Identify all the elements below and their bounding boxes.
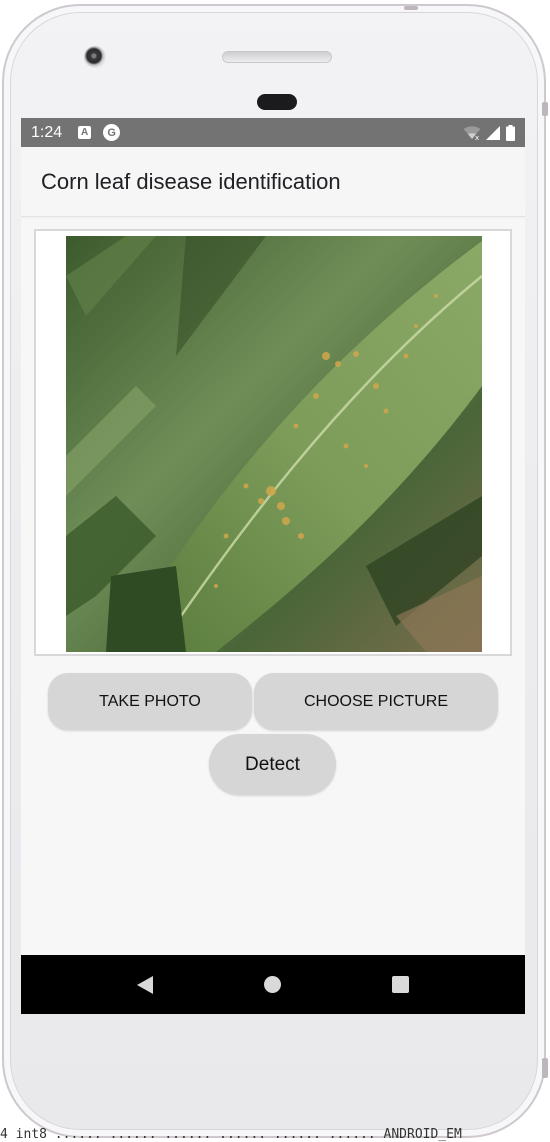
recents-icon[interactable] — [392, 976, 410, 993]
battery-icon — [506, 124, 515, 141]
image-preview-card — [34, 229, 512, 656]
wifi-icon: x — [463, 125, 481, 140]
take-photo-button[interactable]: TAKE PHOTO — [48, 673, 252, 730]
status-time: 1:24 — [31, 123, 63, 141]
status-bar: 1:24 A G x — [21, 118, 525, 147]
app-bar: Corn leaf disease identification — [21, 147, 525, 216]
status-icons: x — [463, 124, 515, 141]
device-screen: 1:24 A G x Corn leaf disease identificat… — [21, 118, 525, 1014]
top-notch-marker — [404, 6, 418, 10]
leaf-image — [66, 236, 482, 652]
terminal-fragment: 4 int8 ...... ...... ...... ...... .....… — [0, 1128, 462, 1142]
back-icon[interactable] — [136, 975, 153, 994]
volume-button — [542, 1058, 548, 1078]
app-title: Corn leaf disease identification — [41, 168, 341, 194]
signal-icon — [486, 125, 500, 140]
g-notification-icon: G — [103, 124, 121, 141]
earpiece-speaker — [222, 51, 332, 63]
detect-button[interactable]: Detect — [209, 734, 336, 795]
front-camera — [84, 46, 106, 68]
home-icon[interactable] — [263, 976, 281, 993]
proximity-sensor — [257, 94, 297, 110]
a-notification-icon: A — [78, 126, 92, 139]
choose-picture-button[interactable]: CHOOSE PICTURE — [254, 673, 498, 730]
navigation-bar — [21, 955, 525, 1014]
power-button — [542, 102, 548, 116]
svg-text:x: x — [475, 134, 479, 140]
